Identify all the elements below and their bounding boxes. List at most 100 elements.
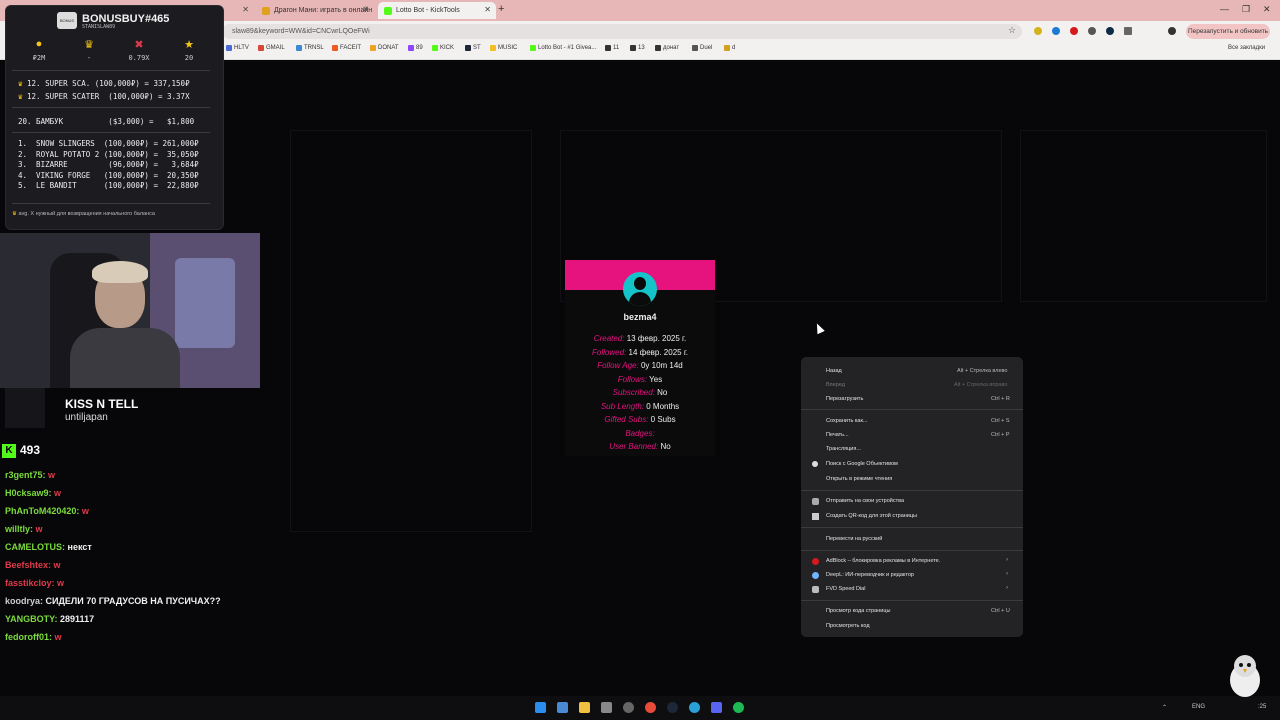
divider [12, 107, 210, 108]
top-entry: ♛ 12. SUPER SCATER (100,000₽) = 3.37X [18, 92, 190, 101]
tray-expand-icon[interactable]: ⌃ [1162, 704, 1167, 711]
current-entry: 20. БАМБУК ($3,000) = $1,800 [18, 117, 195, 126]
menu-item-fvd-speed-dial[interactable]: FVD Speed Dial [826, 586, 865, 592]
submenu-arrow-icon: › [1006, 557, 1008, 563]
bookmark-donat-2[interactable]: донат [655, 45, 679, 51]
new-tab-icon[interactable]: + [498, 3, 504, 15]
menu-item-save-as[interactable]: Сохранить как... [826, 418, 867, 424]
extension-icon[interactable] [1052, 27, 1060, 35]
stat-user-banned: User Banned: No [609, 442, 671, 451]
bonus-list-item: 5. LE BANDIT (100,000₽) = 22,880₽ [18, 181, 199, 190]
bonus-list-item: 1. SNOW SLINGERS (100,000₽) = 261,000₽ [18, 139, 199, 148]
file-explorer-icon[interactable] [579, 702, 590, 713]
start-menu-icon[interactable] [535, 702, 546, 713]
menu-item-print[interactable]: Печать... [826, 432, 849, 438]
google-lens-icon [812, 461, 818, 467]
shortcut-forward: Alt + Стрелка вправо [954, 382, 1008, 388]
menu-item-adblock[interactable]: AdBlock – блокировка рекламы в Интернете… [826, 558, 940, 564]
track-artist: untiljapan [65, 412, 108, 423]
menu-item-translate[interactable]: Перевести на русский [826, 536, 882, 542]
stat-best: - [86, 54, 92, 62]
menu-item-google-lens[interactable]: Поиск с Google Объективом [826, 461, 898, 467]
menu-separator [801, 527, 1023, 528]
tab-lotto-bot[interactable]: Lotto Bot - KickTools ✕ [378, 2, 496, 19]
menu-item-deepl[interactable]: DeepL: ИИ-переводчик и редактор [826, 572, 914, 578]
stat-follow-age: Follow Age: 0y 10m 14d [597, 361, 683, 370]
close-tab-icon[interactable]: ✕ [242, 5, 249, 14]
steam-icon[interactable] [667, 702, 678, 713]
chrome-icon[interactable] [645, 702, 656, 713]
chat-message: r3gent75: w [5, 470, 56, 480]
bookmark-gmail[interactable]: GMAIL [258, 45, 285, 51]
adblock-icon[interactable] [1070, 27, 1078, 35]
stat-followed: Followed: 14 февр. 2025 г. [592, 348, 688, 357]
bookmark-donat[interactable]: DONAT [370, 45, 399, 51]
menu-item-forward[interactable]: Вперед [826, 382, 845, 388]
top-entry: ♛ 12. SUPER SCA. (100,000₽) = 337,150₽ [18, 79, 190, 88]
bookmark-13[interactable]: 13 [630, 45, 645, 51]
clock[interactable]: :25 [1258, 704, 1266, 710]
chat-message: Beefshtex: w [5, 560, 61, 570]
bonus-logo-icon: BONUS [57, 12, 77, 29]
send-to-devices-icon [812, 498, 819, 505]
menu-item-back[interactable]: Назад [826, 368, 842, 374]
calculator-icon[interactable] [601, 702, 612, 713]
bookmark-duel[interactable]: Duel [692, 45, 712, 51]
bookmark-faceit[interactable]: FACEIT [332, 45, 361, 51]
album-art [5, 388, 45, 428]
deepl-icon [812, 572, 819, 579]
deepl-icon[interactable] [1106, 27, 1114, 35]
restart-update-button[interactable]: Перезапустить и обновить [1186, 24, 1270, 39]
tab-1[interactable]: ✕ [222, 2, 254, 19]
language-indicator[interactable]: ENG [1192, 704, 1205, 710]
menu-item-send-to-devices[interactable]: Отправить на свои устройства [826, 498, 904, 504]
bookmark-89[interactable]: 89 [408, 45, 423, 51]
bookmark-hltv[interactable]: HLTV [226, 45, 249, 51]
menu-separator [801, 600, 1023, 601]
bookmark-trnsl[interactable]: TRNSL [296, 45, 324, 51]
menu-separator [801, 550, 1023, 551]
all-bookmarks-button[interactable]: Все закладки [1228, 45, 1265, 51]
divider [12, 203, 210, 204]
menu-item-reload[interactable]: Перезагрузить [826, 396, 863, 402]
close-tab-icon[interactable]: ✕ [362, 5, 369, 14]
bookmark-lotto-bot[interactable]: Lotto Bot - #1 Givea... [530, 45, 596, 51]
bonus-footer: ♛ avg. X нужный для возвращения начально… [12, 211, 155, 217]
extension-icon[interactable] [1088, 27, 1096, 35]
close-window-icon[interactable]: ✕ [1263, 4, 1271, 15]
shortcut-back: Alt + Стрелка влево [957, 368, 1008, 374]
shortcut-save-as: Ctrl + S [991, 418, 1010, 424]
menu-item-cast[interactable]: Трансляция... [826, 446, 861, 452]
stat-subscribed: Subscribed: No [612, 388, 668, 397]
bookmark-d[interactable]: d [724, 45, 735, 51]
bookmark-kick[interactable]: KICK [432, 45, 454, 51]
address-bar[interactable]: slaw89&keyword=WW&id=CNCwrLQOeFWi [222, 24, 1022, 39]
extension-icon[interactable] [1034, 27, 1042, 35]
settings-icon[interactable] [623, 702, 634, 713]
bookmark-music[interactable]: MUSIC [490, 45, 517, 51]
search-icon[interactable] [557, 702, 568, 713]
bookmark-star-icon[interactable]: ☆ [1008, 25, 1016, 36]
stat-count: 20 [184, 54, 194, 62]
shortcut-print: Ctrl + P [991, 432, 1010, 438]
close-tab-icon[interactable]: ✕ [484, 5, 491, 14]
kicktools-favicon-icon [384, 6, 392, 15]
maximize-icon[interactable]: ❐ [1242, 4, 1250, 15]
penguin-mascot-icon [1230, 655, 1260, 697]
bookmark-11[interactable]: 11 [605, 45, 619, 51]
tab-dragon-money[interactable]: Драгон Мани: играть в онлайн ✕ [256, 2, 374, 19]
menu-item-qr-code[interactable]: Создать QR-код для этой страницы [826, 513, 917, 519]
menu-item-view-source[interactable]: Просмотр кода страницы [826, 608, 890, 614]
spotify-icon[interactable] [733, 702, 744, 713]
menu-item-inspect[interactable]: Просмотреть код [826, 623, 870, 629]
extensions-puzzle-icon[interactable] [1124, 27, 1132, 35]
profile-username: bezma4 [623, 312, 657, 322]
minimize-icon[interactable]: — [1220, 4, 1229, 14]
profile-avatar-icon[interactable] [1168, 27, 1176, 35]
bookmark-st[interactable]: ST [465, 45, 481, 51]
menu-item-reading-mode[interactable]: Открыть в режиме чтения [826, 476, 892, 482]
discord-icon[interactable] [711, 702, 722, 713]
bonus-list-item: 2. ROYAL POTATO 2 (100,000₽) = 35,050₽ [18, 150, 199, 159]
divider [12, 70, 210, 71]
telegram-icon[interactable] [689, 702, 700, 713]
